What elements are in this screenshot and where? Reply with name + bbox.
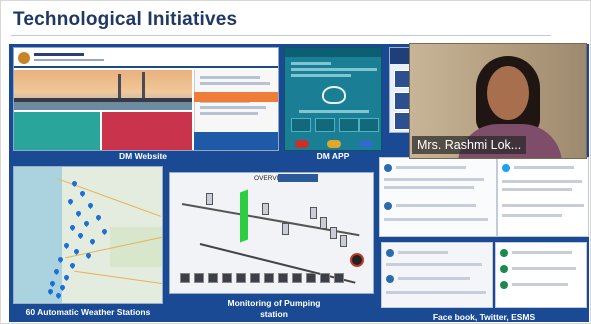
post-line [396,166,466,169]
facebook-feed-screenshot [379,157,497,237]
app-sos-button [295,140,309,148]
post-line [386,263,482,266]
map-pin-icon [88,237,97,246]
dm-app-caption: DM APP [316,151,350,161]
post-line [512,251,572,254]
map-pin-icon [86,201,95,210]
pumping-title-bar [278,174,318,182]
twitter-feed-screenshot [497,157,589,237]
website-header [14,48,278,68]
app-logo-icon [322,86,346,104]
map-pin-icon [94,213,103,222]
post-line [384,178,484,181]
info-block [102,112,192,150]
header-line [34,59,104,61]
app-menu-row [291,62,331,65]
avatar [500,265,508,273]
app-tile [359,118,379,132]
avatar [386,249,394,257]
header-line [34,53,84,56]
post-line [512,267,576,270]
post-line [514,166,574,169]
website-logo-icon [18,52,30,64]
post-line [502,180,582,183]
social-media-caption: Face book, Twitter, ESMS [432,312,536,322]
avatar [384,202,392,210]
map-pin-icon [76,231,85,240]
map-pin-icon [68,261,77,270]
avatar [500,249,508,257]
map-pin-icon [62,241,71,250]
pumping-toolbar [180,273,366,283]
post-line [386,291,486,294]
sump-level-indicator [240,189,248,243]
app-button [327,140,341,148]
info-block [14,112,100,150]
weather-stations-caption: 60 Automatic Weather Stations [25,307,151,317]
app-status-bar [285,48,381,57]
avatar [384,164,392,172]
social-feed-screenshot [495,242,587,308]
dm-app-screenshot [284,47,382,151]
map-pin-icon [68,223,77,232]
pumping-screen-heading: OVERVIEW [254,175,289,182]
map-pin-icon [66,197,75,206]
map-pin-icon [82,219,91,228]
app-menu-row [299,110,369,113]
app-tile [291,118,311,132]
map-pin-icon [74,209,83,218]
pumping-station-screenshot: OVERVIEW [169,172,374,294]
post-line [502,188,572,191]
presentation-slide: Technological Initiatives DM Website DM … [0,0,591,324]
app-menu-row [291,68,377,71]
map-pin-icon [84,251,93,260]
dm-website-caption: DM Website [118,151,168,161]
pumping-caption-line1: Monitoring of Pumping [227,298,321,308]
map-pin-icon [78,189,87,198]
video-participant-tile[interactable]: Mrs. Rashmi Lok... [409,43,587,159]
app-button [359,140,373,148]
alarm-indicator-icon [350,253,364,267]
pumping-caption-line2: station [260,309,288,319]
pump-unit [206,193,213,205]
title-divider [11,35,551,36]
sea [14,102,192,110]
map-pin-icon [62,273,71,282]
post-line [384,218,488,221]
post-line [512,283,568,286]
post-line [502,214,562,217]
pump-unit [320,217,327,229]
map-road [74,270,162,285]
pump-unit [330,227,337,239]
info-block [194,132,278,150]
avatar [502,164,510,172]
pump-unit [340,235,347,247]
alert-strip [194,92,278,102]
participant-face [487,66,529,120]
post-line [398,251,448,254]
pump-unit [262,203,269,215]
post-line [384,186,474,189]
pump-unit [310,207,317,219]
app-menu-row [291,74,351,77]
avatar [500,281,508,289]
slide-title: Technological Initiatives [13,9,238,30]
weather-stations-map [13,166,163,304]
participant-name-label: Mrs. Rashmi Lok... [412,136,527,154]
app-tile [315,118,335,132]
pump-unit [282,223,289,235]
dm-website-screenshot [13,47,279,151]
map-pin-icon [100,227,109,236]
post-line [396,204,476,207]
social-feed-screenshot [381,242,493,308]
pumping-caption: Monitoring of Pumping station [209,298,339,320]
post-line [398,277,470,280]
app-tile [339,118,359,132]
post-line [502,204,584,207]
avatar [386,275,394,283]
